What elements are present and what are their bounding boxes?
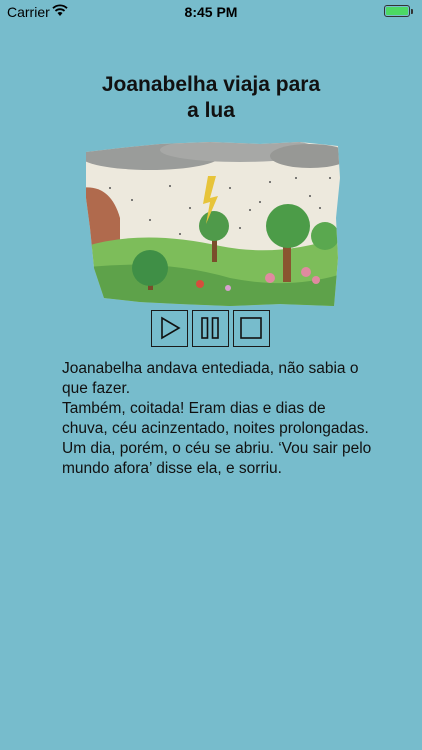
status-time: 8:45 PM [184, 4, 238, 20]
title-line-1: Joanabelha viaja para [101, 73, 321, 96]
pause-icon [201, 317, 219, 339]
story-paragraph-2: Também, coitada! Eram dias e dias de chu… [62, 400, 369, 437]
title-line-2: a lua [187, 99, 235, 122]
story-paragraph-1: Joanabelha andava entediada, não sabia o… [62, 360, 359, 397]
story-illustration [86, 142, 340, 306]
battery-tip [411, 9, 413, 14]
story-paragraph-3: Um dia, porém, o céu se abriu. ‘Vou sair… [62, 440, 372, 477]
stop-icon [240, 317, 262, 339]
playback-controls [151, 310, 271, 347]
pause-button[interactable] [192, 310, 229, 347]
battery-icon [384, 5, 410, 17]
story-text: Joanabelha andava entediada, não sabia o… [62, 359, 372, 479]
play-button[interactable] [151, 310, 188, 347]
play-icon [161, 316, 181, 340]
status-bar: Carrier 8:45 PM [0, 0, 422, 24]
page-title: Joanabelha viaja para a lua [60, 72, 362, 124]
stop-button[interactable] [233, 310, 270, 347]
